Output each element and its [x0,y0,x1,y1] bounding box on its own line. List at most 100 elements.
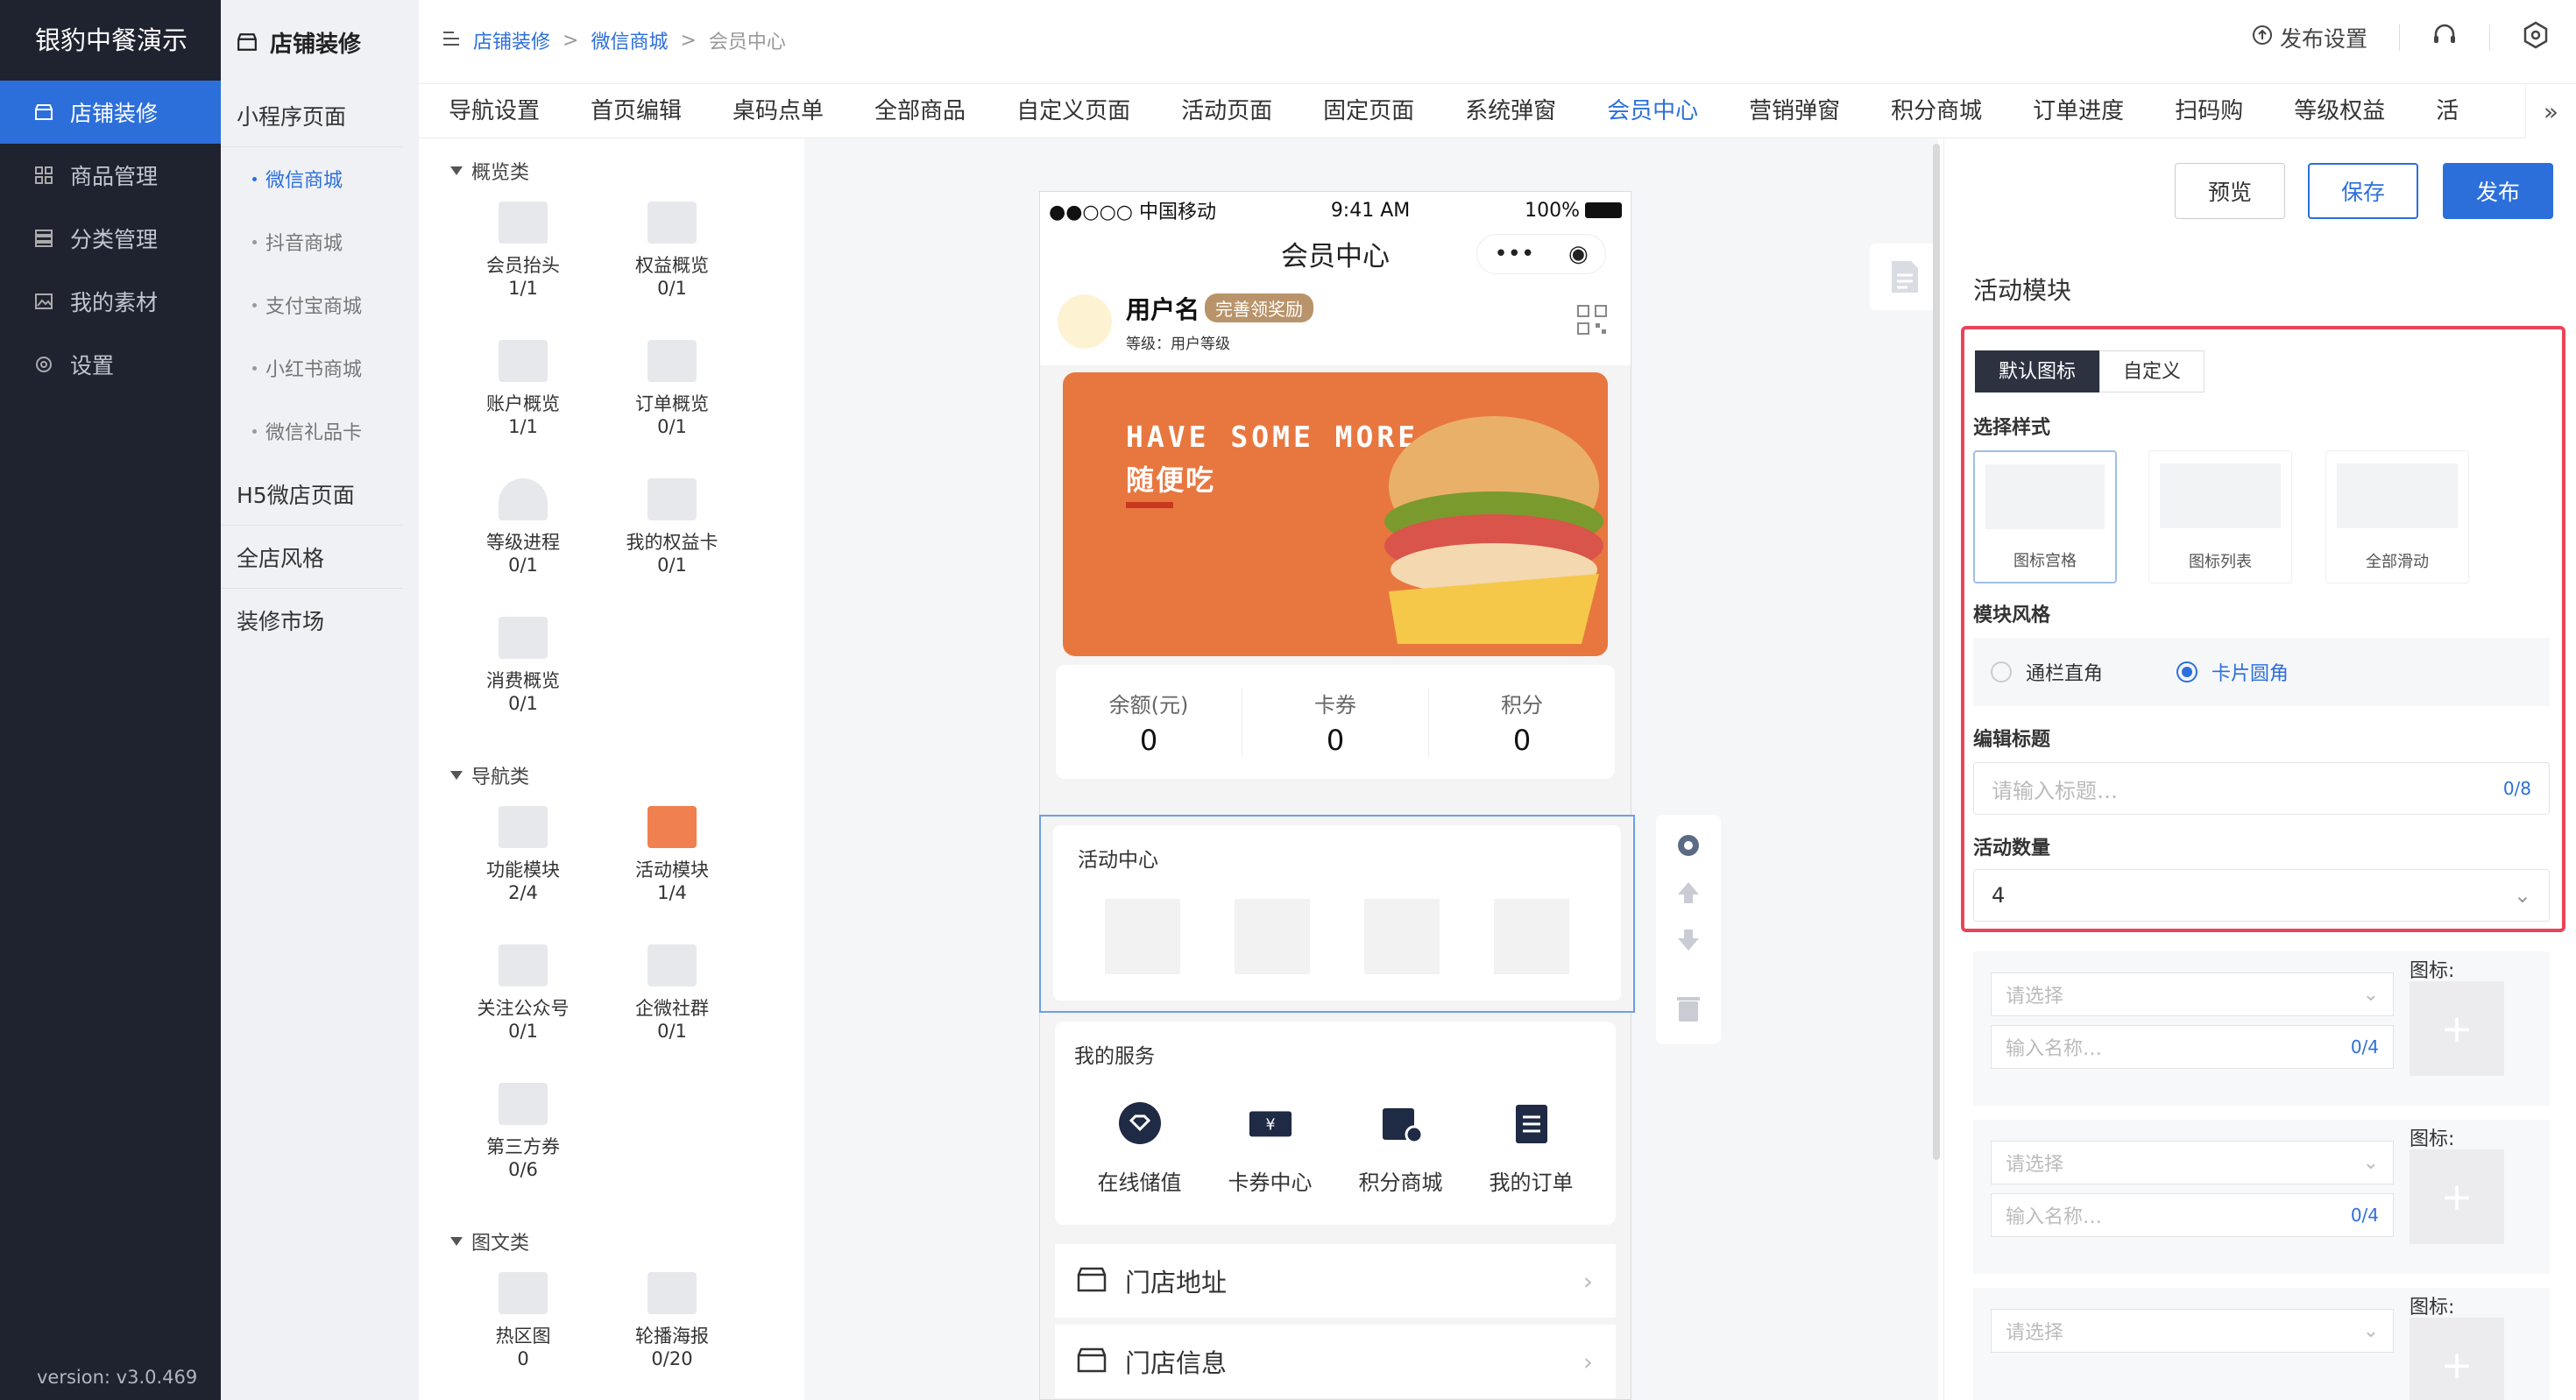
qty-select[interactable]: 4 ⌄ [1973,869,2550,922]
tab-activity-page[interactable]: 活动页面 [1181,84,1272,138]
tab-points-mall[interactable]: 积分商城 [1891,84,1982,138]
component-follow-official[interactable]: 关注公众号 0/1 [449,932,598,1071]
tab-member-center[interactable]: 会员中心 [1607,84,1698,138]
my-services-module[interactable]: 我的服务 在线储值 ¥ 卡券中心 积分商城 我的订单 [1055,1022,1616,1225]
mini-capsule[interactable]: ••• ◉ [1476,234,1606,274]
title-input[interactable]: 请输入标题… 0/8 [1973,762,2550,815]
tab-overflow[interactable]: 活 [2436,84,2459,138]
subnav-douyin-mall[interactable]: 抖音商城 [221,210,419,273]
promo-banner[interactable]: HAVE SOME MORE 随便吃 [1063,372,1608,656]
row-store-info[interactable]: 门店信息 › [1055,1325,1616,1398]
tab-custom-page[interactable]: 自定义页面 [1016,84,1130,138]
page-settings-doc-icon[interactable] [1870,244,1940,310]
style-all-scroll[interactable]: 全部滑动 [2325,450,2469,583]
nav-item-store-decor[interactable]: 店铺装修 [0,81,221,144]
component-account-overview[interactable]: 账户概览 1/1 [449,328,598,466]
category-media[interactable]: 图文类 [419,1223,804,1260]
component-order-overview[interactable]: 订单概览 0/1 [598,328,747,466]
radio-full-width[interactable] [1991,661,2012,682]
component-third-party-coupon[interactable]: 第三方券 0/6 [449,1071,598,1209]
top-right-actions: 发布设置 [2252,21,2550,54]
upload-plus-icon[interactable]: + [2410,1149,2504,1244]
subnav-store-style[interactable]: 全店风格 [221,526,403,589]
service-my-orders[interactable]: 我的订单 [1490,1100,1574,1196]
component-hotspot-image[interactable]: 热区图 0 [449,1260,598,1398]
activity-name-input[interactable]: 输入名称… 0/4 [1991,1025,2394,1069]
subnav-xiaohongshu-mall[interactable]: 小红书商城 [221,336,419,399]
nav-item-materials[interactable]: 我的素材 [0,270,221,333]
subnav-miniprogram[interactable]: 小程序页面 [221,84,403,147]
component-function-module[interactable]: 功能模块 2/4 [449,794,598,932]
seg-custom[interactable]: 自定义 [2099,350,2205,392]
component-consumption-overview[interactable]: 消费概览 0/1 [449,605,598,743]
tab-scan-buy[interactable]: 扫码购 [2175,84,2243,138]
component-level-progress[interactable]: 等级进程 0/1 [449,466,598,605]
settings-hex-icon[interactable] [2522,21,2550,54]
tab-table-order[interactable]: 桌码点单 [732,84,824,138]
canvas-scrollbar[interactable] [1933,144,1940,1160]
chevron-right-icon: › [1582,1347,1593,1376]
delete-icon[interactable] [1672,992,1705,1025]
tab-all-products[interactable]: 全部商品 [874,84,966,138]
service-online-topup[interactable]: 在线储值 [1098,1100,1182,1196]
service-points-mall[interactable]: 积分商城 [1359,1100,1443,1196]
move-up-icon[interactable] [1672,876,1705,909]
category-overview[interactable]: 概览类 [419,152,804,189]
component-thumb-icon [648,944,697,986]
stat-points[interactable]: 积分 0 [1429,688,1615,757]
activity-select[interactable]: 请选择 ⌄ [1991,972,2394,1016]
stat-coupons[interactable]: 卡券 0 [1242,687,1429,757]
subnav-decor-market[interactable]: 装修市场 [221,589,403,652]
activity-module-selected[interactable]: 活动中心 [1039,815,1635,1013]
component-carousel-poster[interactable]: 轮播海报 0/20 [598,1260,747,1398]
activity-select[interactable]: 请选择 ⌄ [1991,1141,2394,1184]
subnav-h5-page[interactable]: H5微店页面 [221,463,403,526]
component-rights-overview[interactable]: 权益概览 0/1 [598,189,747,328]
module-settings-icon[interactable] [1672,829,1705,862]
banner-subline: 随便吃 [1126,463,1216,497]
breadcrumb-store-decor[interactable]: 店铺装修 [473,26,550,54]
component-my-rights-card[interactable]: 我的权益卡 0/1 [598,466,747,605]
row-store-address[interactable]: 门店地址 › [1055,1244,1616,1318]
tab-order-progress[interactable]: 订单进度 [2033,84,2124,138]
upload-plus-icon[interactable]: + [2410,1318,2504,1400]
preview-button[interactable]: 预览 [2175,163,2285,219]
move-down-icon[interactable] [1672,923,1705,957]
component-wecom-group[interactable]: 企微社群 0/1 [598,932,747,1071]
publish-button[interactable]: 发布 [2443,163,2553,219]
upload-plus-icon[interactable]: + [2410,981,2504,1076]
nav-label: 设置 [70,353,115,378]
tab-level-rights[interactable]: 等级权益 [2294,84,2385,138]
tabs-scroll-right-icon[interactable]: » [2525,84,2576,138]
activity-select[interactable]: 请选择 ⌄ [1991,1309,2394,1353]
activity-name-input[interactable]: 输入名称… 0/4 [1991,1193,2394,1237]
subnav-alipay-mall[interactable]: 支付宝商城 [221,273,419,336]
subnav-wechat-giftcard[interactable]: 微信礼品卡 [221,399,419,463]
component-activity-module[interactable]: 活动模块 1/4 [598,794,747,932]
service-coupon-center[interactable]: ¥ 卡券中心 [1228,1100,1313,1196]
nav-item-products[interactable]: 商品管理 [0,144,221,207]
stat-balance[interactable]: 余额(元) 0 [1056,687,1242,757]
category-navigation[interactable]: 导航类 [419,757,804,794]
tab-home-edit[interactable]: 首页编辑 [591,84,682,138]
component-member-header[interactable]: 会员抬头 1/1 [449,189,598,328]
headset-icon[interactable] [2431,22,2458,53]
component-thumb-icon [499,478,548,520]
subnav-wechat-mall[interactable]: 微信商城 [221,147,419,210]
breadcrumb-wechat-mall[interactable]: 微信商城 [591,26,668,54]
style-icon-grid[interactable]: 图标宫格 [1973,450,2117,583]
publish-settings-button[interactable]: 发布设置 [2252,22,2367,53]
style-icon-list[interactable]: 图标列表 [2148,450,2292,583]
nav-item-categories[interactable]: 分类管理 [0,207,221,270]
seg-default-icon[interactable]: 默认图标 [1975,350,2100,392]
tab-nav-settings[interactable]: 导航设置 [449,84,540,138]
tab-marketing-popup[interactable]: 营销弹窗 [1749,84,1840,138]
tab-fixed-page[interactable]: 固定页面 [1323,84,1414,138]
radio-card-rounded[interactable] [2176,661,2198,682]
tab-system-popup[interactable]: 系统弹窗 [1465,84,1556,138]
phone-nav-bar: 会员中心 ••• ◉ [1040,229,1631,278]
save-button[interactable]: 保存 [2308,163,2418,219]
nav-item-settings[interactable]: 设置 [0,333,221,396]
member-header[interactable]: 用户名 完善领奖励 等级：用户等级 [1040,278,1631,365]
component-count: 0/1 [657,1021,687,1042]
